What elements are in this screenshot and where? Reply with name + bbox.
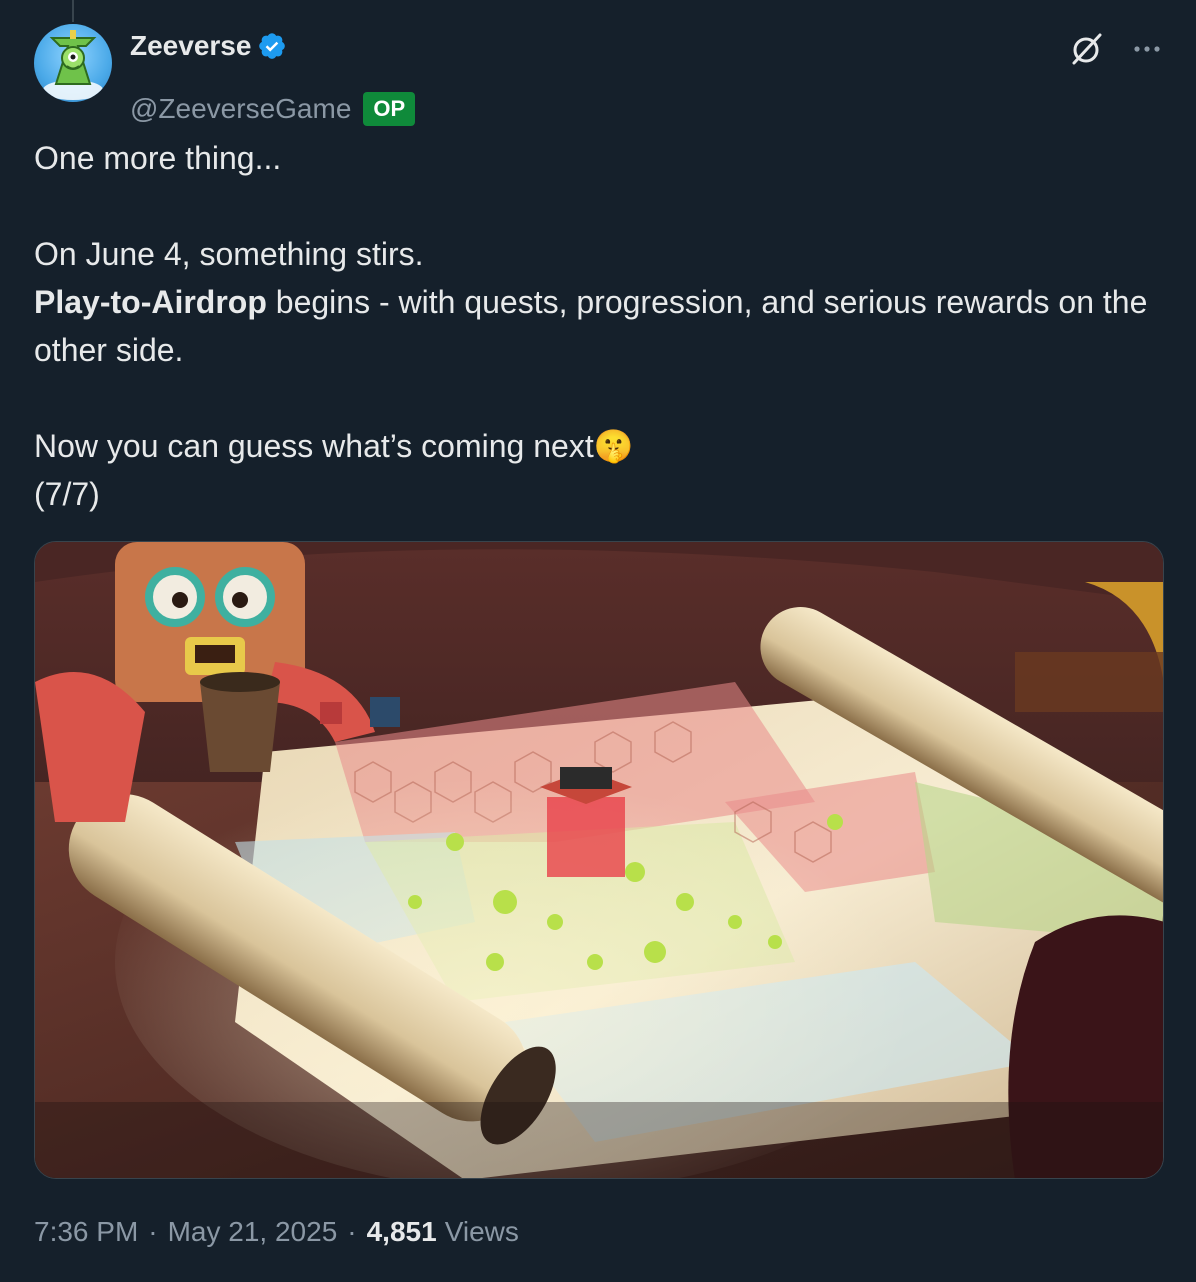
tweet-meta: 7:36 PM · May 21, 2025 · 4,851 Views xyxy=(34,1212,519,1252)
tweet-header: Zeeverse @ZeeverseGame OP xyxy=(34,24,1164,126)
tweet-text-paragraph: Play-to-Airdrop begins - with quests, pr… xyxy=(34,278,1164,374)
grok-icon[interactable] xyxy=(1068,30,1106,68)
tweet-text-line: One more thing... xyxy=(34,140,282,176)
tweet-text-bold: Play-to-Airdrop xyxy=(34,284,267,320)
tweet-text-line: (7/7) xyxy=(34,476,100,512)
views-count: 4,851 xyxy=(366,1216,437,1247)
game-map-illustration xyxy=(35,542,1163,1178)
separator-dot: · xyxy=(148,1216,158,1247)
views-label: Views xyxy=(444,1216,519,1247)
name-row: Zeeverse xyxy=(130,26,287,66)
timestamp-date[interactable]: May 21, 2025 xyxy=(168,1216,338,1248)
tweet-text: One more thing... On June 4, something s… xyxy=(34,134,1164,518)
tweet-text-paragraph: Now you can guess what’s coming next🤫 xyxy=(34,422,1164,470)
handle[interactable]: @ZeeverseGame xyxy=(130,93,351,125)
op-badge: OP xyxy=(363,92,416,126)
tweet-media-image[interactable] xyxy=(34,541,1164,1179)
timestamp-time[interactable]: 7:36 PM xyxy=(34,1216,138,1248)
shushing-face-emoji: 🤫 xyxy=(593,428,634,464)
avatar[interactable] xyxy=(34,24,112,102)
tweet-actions-top xyxy=(1068,30,1164,68)
tweet-text-line: On June 4, something stirs. xyxy=(34,236,424,272)
tweet-text-span: Now you can guess what’s coming next xyxy=(34,428,594,464)
display-name[interactable]: Zeeverse xyxy=(130,30,251,62)
handle-row: @ZeeverseGame OP xyxy=(130,90,416,128)
separator-dot: · xyxy=(347,1216,357,1247)
more-icon[interactable] xyxy=(1130,32,1164,66)
verified-badge-icon xyxy=(259,33,286,59)
thread-connector-line xyxy=(72,0,74,22)
